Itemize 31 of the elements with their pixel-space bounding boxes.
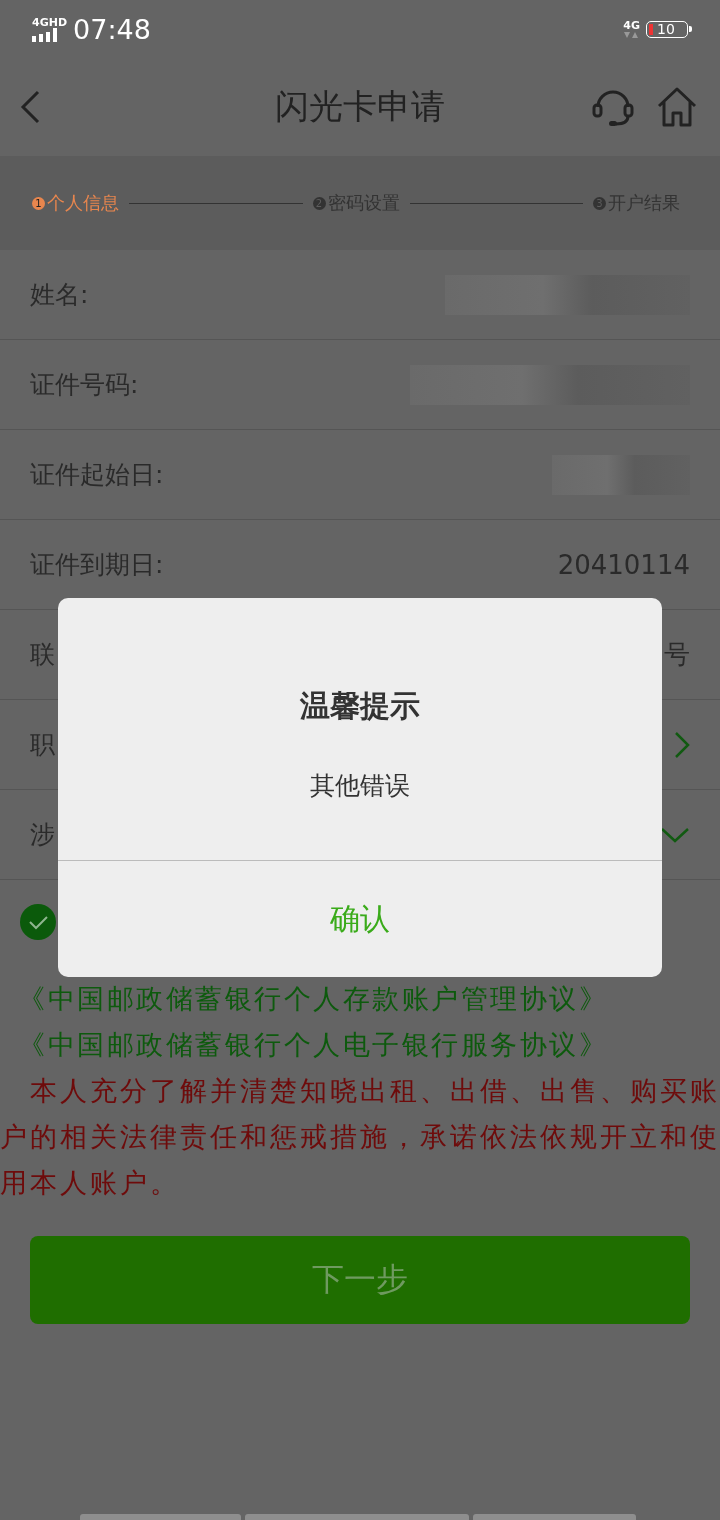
clock-time: 07:48	[73, 13, 151, 45]
home-icon[interactable]	[656, 87, 698, 127]
next-step-button[interactable]: 下一步	[30, 1236, 690, 1324]
step-indicator: 1 个人信息	[32, 191, 119, 215]
field-label: 姓名:	[30, 279, 89, 311]
network-label: 4G	[623, 19, 640, 31]
checkbox[interactable]	[20, 904, 56, 940]
field-label: 证件起始日:	[30, 459, 164, 491]
page-title: 闪光卡申请	[275, 85, 445, 128]
notice-text: 本人充分了解并清楚知晓出租、出借、出售、购买账户的相关法律责任和惩戒措施，承诺依法依规开立和使用本人账户。	[0, 1074, 720, 1200]
chevron-down-icon[interactable]	[660, 826, 690, 843]
nav-bar-handle[interactable]	[473, 1514, 636, 1520]
dialog-title: 温馨提示	[299, 687, 421, 725]
network-label: 4GHD	[32, 16, 68, 28]
field-label: 证件号码:	[30, 369, 139, 401]
nav-bar-handle[interactable]	[80, 1514, 241, 1520]
field-label: 涉	[30, 819, 55, 851]
confirm-button[interactable]: 确认	[58, 861, 662, 977]
battery-level-text: 10	[657, 21, 675, 37]
nav-bar-handle[interactable]	[245, 1514, 469, 1520]
data-arrows-icon	[623, 30, 640, 39]
field-label: 职	[30, 729, 55, 761]
field-label: 联	[30, 639, 55, 671]
field-value: 号	[664, 638, 690, 671]
field-value: 20410114	[557, 549, 690, 580]
field-label: 证件到期日:	[30, 549, 164, 581]
back-icon[interactable]	[18, 89, 42, 125]
chevron-right-icon[interactable]	[674, 730, 690, 759]
agreement-link[interactable]: 《中国邮政储蓄银行个人电子银行服务协议》	[0, 1022, 720, 1068]
agreement-link[interactable]: 《中国邮政储蓄银行个人存款账户管理协议》	[0, 976, 720, 1022]
dialog-message: 其他错误	[309, 770, 411, 802]
